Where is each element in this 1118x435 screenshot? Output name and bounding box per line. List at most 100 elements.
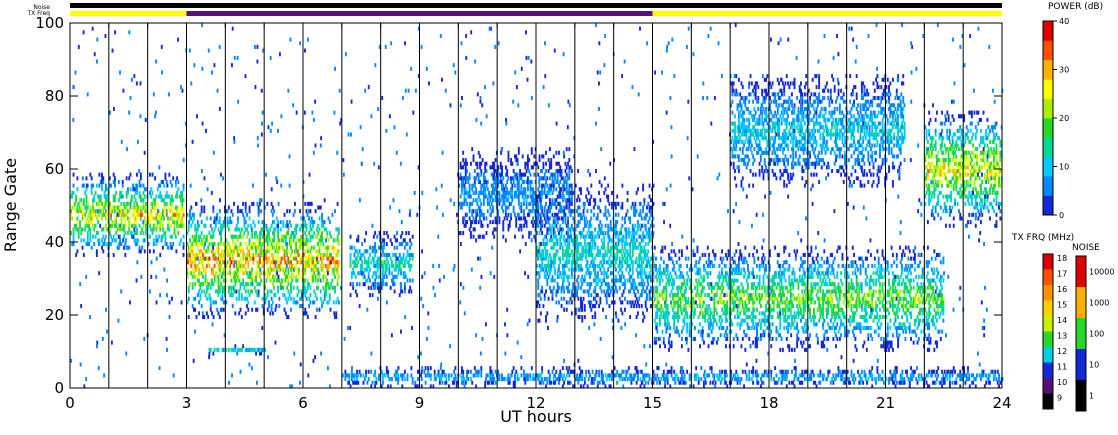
echo-cell bbox=[235, 234, 238, 239]
echo-cell bbox=[687, 274, 690, 279]
echo-cell bbox=[158, 216, 160, 221]
echo-cell bbox=[709, 263, 712, 268]
echo-cell bbox=[356, 256, 358, 261]
echo-cell bbox=[700, 274, 703, 279]
echo-cell bbox=[211, 227, 213, 232]
echo-cell bbox=[391, 242, 393, 247]
echo-cell bbox=[754, 289, 757, 294]
echo-cell bbox=[204, 293, 207, 298]
echo-cell bbox=[528, 169, 531, 174]
echo-cell bbox=[209, 216, 212, 221]
echo-cell bbox=[577, 296, 580, 301]
echo-cell bbox=[642, 231, 645, 236]
echo-cell bbox=[583, 289, 586, 294]
echo-cell bbox=[242, 201, 245, 206]
echo-cell bbox=[130, 194, 133, 199]
echo-cell bbox=[607, 209, 610, 214]
echo-cell bbox=[596, 216, 599, 221]
echo-cell bbox=[155, 216, 158, 221]
echo-cell bbox=[194, 296, 197, 301]
echo-cell bbox=[260, 245, 263, 250]
echo-cell bbox=[578, 220, 581, 225]
echo-cell bbox=[77, 227, 80, 232]
echo-cell bbox=[251, 271, 254, 276]
echo-cell bbox=[583, 278, 586, 283]
echo-cell bbox=[545, 318, 547, 323]
echo-cell bbox=[665, 329, 668, 334]
echo-cell bbox=[779, 322, 782, 327]
echo-cell bbox=[137, 205, 140, 210]
echo-cell bbox=[718, 271, 721, 276]
echo-cell bbox=[602, 263, 604, 268]
echo-cell bbox=[648, 216, 651, 221]
echo-cell bbox=[270, 223, 273, 228]
echo-cell bbox=[740, 282, 743, 287]
echo-cell bbox=[77, 234, 80, 239]
echo-cell bbox=[745, 278, 748, 283]
echo-cell bbox=[622, 234, 625, 239]
echo-cell bbox=[656, 322, 659, 327]
echo-cell bbox=[627, 271, 630, 276]
echo-cell bbox=[409, 285, 412, 290]
echo-cell bbox=[89, 234, 92, 239]
echo-cell bbox=[349, 256, 352, 261]
echo-cell bbox=[277, 256, 280, 261]
echo-cell bbox=[389, 256, 392, 261]
echo-cell bbox=[485, 183, 488, 188]
echo-cell bbox=[589, 263, 591, 268]
echo-cell bbox=[753, 260, 756, 265]
txfreq-bar bbox=[70, 11, 1002, 16]
echo-cell bbox=[759, 263, 762, 268]
echo-cell bbox=[542, 304, 545, 309]
echo-cell bbox=[674, 304, 677, 309]
echo-cell bbox=[459, 172, 462, 177]
echo-cell bbox=[595, 234, 598, 239]
echo-cell bbox=[577, 282, 580, 287]
echo-cell bbox=[304, 231, 307, 236]
echo-cell bbox=[198, 278, 201, 283]
echo-cell bbox=[199, 296, 202, 301]
echo-cell bbox=[614, 242, 617, 247]
echo-cell bbox=[708, 293, 711, 298]
echo-cell bbox=[159, 220, 162, 225]
echo-cell bbox=[325, 285, 327, 290]
echo-cell bbox=[678, 256, 681, 261]
echo-cell bbox=[683, 278, 686, 283]
echo-cell bbox=[548, 223, 551, 228]
echo-cell bbox=[291, 249, 294, 254]
echo-cell bbox=[378, 263, 380, 268]
echo-cell bbox=[781, 311, 784, 316]
echo-cell bbox=[551, 212, 554, 217]
echo-cell bbox=[378, 289, 380, 294]
echo-cell bbox=[656, 278, 659, 283]
echo-cell bbox=[92, 216, 94, 221]
echo-cell bbox=[533, 154, 536, 159]
echo-cell bbox=[189, 252, 191, 257]
echo-cell bbox=[155, 205, 158, 210]
echo-cell bbox=[248, 293, 251, 298]
echo-cell bbox=[218, 285, 221, 290]
echo-cell bbox=[614, 285, 617, 290]
echo-cell bbox=[468, 190, 471, 195]
echo-cell bbox=[260, 351, 263, 356]
echo-cell bbox=[73, 201, 76, 206]
echo-cell bbox=[538, 304, 541, 309]
echo-cell bbox=[295, 245, 298, 250]
echo-cell bbox=[679, 263, 682, 268]
echo-cell bbox=[618, 296, 621, 301]
echo-cell bbox=[234, 282, 237, 287]
echo-cell bbox=[93, 198, 96, 203]
echo-cell bbox=[665, 296, 668, 301]
echo-cell bbox=[746, 267, 749, 272]
echo-cell bbox=[84, 212, 87, 217]
echo-cell bbox=[349, 282, 352, 287]
echo-cell bbox=[686, 263, 689, 268]
echo-cell bbox=[253, 285, 256, 290]
echo-cell bbox=[306, 249, 309, 254]
echo-cell bbox=[658, 263, 661, 268]
echo-cell bbox=[287, 315, 290, 320]
echo-cell bbox=[678, 267, 681, 272]
echo-cell bbox=[699, 322, 701, 327]
echo-cell bbox=[464, 172, 467, 177]
echo-cell bbox=[161, 220, 164, 225]
